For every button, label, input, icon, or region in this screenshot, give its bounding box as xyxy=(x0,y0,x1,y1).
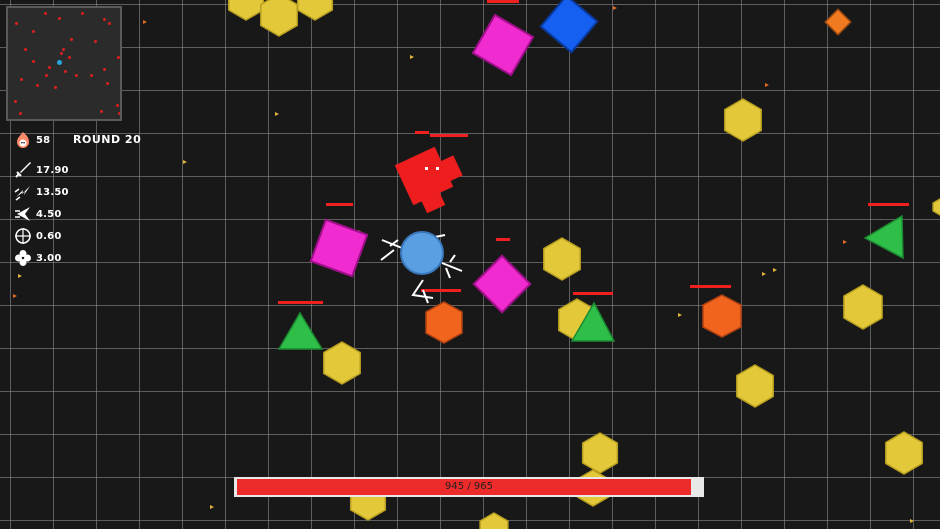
minimap-enemy-dot xyxy=(100,110,103,113)
stat-luck-value: 3.00 xyxy=(36,252,62,264)
projectile-particle xyxy=(678,313,682,317)
minimap-enemy-dot xyxy=(32,60,35,63)
stat-crit: 0.60 xyxy=(12,226,61,246)
projectile-particle xyxy=(613,6,617,10)
minimap-enemy-dot xyxy=(64,70,67,73)
minimap-enemy-dot xyxy=(14,100,17,103)
projectile-particle xyxy=(13,294,17,298)
enemy-hexagon-orange xyxy=(702,294,742,338)
lightning-icon xyxy=(12,182,34,202)
minimap-enemy-dot xyxy=(44,12,47,15)
projectile-particle xyxy=(910,519,914,523)
minimap-enemy-dot xyxy=(24,48,27,51)
minimap-enemy-dot xyxy=(32,30,35,33)
enemy-square xyxy=(472,254,532,314)
projectile-particle xyxy=(143,20,147,24)
minimap-enemy-dot xyxy=(20,78,23,81)
enemy-boss xyxy=(394,146,463,214)
minimap-enemy-dot xyxy=(106,82,109,85)
minimap xyxy=(6,6,122,121)
projectile-particle xyxy=(275,112,279,116)
enemy-health-bars xyxy=(278,0,909,304)
minimap-enemy-dot xyxy=(90,74,93,77)
enemy-triangle xyxy=(863,214,904,260)
minimap-enemy-dot xyxy=(81,12,84,15)
projectile-particle xyxy=(843,240,847,244)
projectile-particle xyxy=(773,268,777,272)
enemy-hexagon xyxy=(479,512,509,529)
minimap-enemy-dot xyxy=(15,22,18,25)
stat-crit-value: 0.60 xyxy=(36,230,62,242)
enemy-hexagon xyxy=(932,198,940,216)
player-tank xyxy=(380,231,463,304)
kills-value: 58 xyxy=(36,134,51,146)
minimap-enemy-dot xyxy=(94,40,97,43)
minimap-enemy-dot xyxy=(19,112,22,115)
projectile-particle xyxy=(765,83,769,87)
enemy-hexagon xyxy=(227,0,265,21)
minimap-enemy-dot xyxy=(70,38,73,41)
stat-move-speed: 4.50 xyxy=(12,204,61,224)
minimap-player-dot xyxy=(57,60,62,65)
projectile-particle xyxy=(18,274,22,278)
game-arena[interactable]: 58 ROUND 20 17.90 13.50 4.50 0.60 3.00 9… xyxy=(0,0,940,529)
enemy-square xyxy=(471,13,535,77)
minimap-enemy-dot xyxy=(60,52,63,55)
enemy-hexagon-orange xyxy=(425,301,463,344)
clover-icon xyxy=(12,248,34,268)
projectile-particle xyxy=(183,160,187,164)
minimap-enemy-dot xyxy=(54,86,57,89)
stat-damage-value: 17.90 xyxy=(36,164,69,176)
flame-skull-icon xyxy=(12,130,34,150)
minimap-enemy-dot xyxy=(62,48,65,51)
minimap-enemy-dot xyxy=(45,74,48,77)
stat-attack-speed: 13.50 xyxy=(12,182,69,202)
enemy-hexagon xyxy=(724,98,762,142)
minimap-enemy-dot xyxy=(103,18,106,21)
round-label: ROUND 20 xyxy=(73,133,142,146)
enemy-hexagon xyxy=(260,0,298,37)
minimap-enemy-dot xyxy=(75,74,78,77)
projectile-particle xyxy=(762,272,766,276)
stat-damage: 17.90 xyxy=(12,160,69,180)
enemy-square-small xyxy=(824,8,852,36)
minimap-enemy-dot xyxy=(116,104,119,107)
minimap-enemy-dot xyxy=(103,68,106,71)
enemy-hexagon xyxy=(543,237,581,281)
enemy-square-blue xyxy=(539,0,599,54)
stat-move-speed-value: 4.50 xyxy=(36,208,62,220)
projectile-particle xyxy=(210,505,214,509)
enemy-hexagon xyxy=(736,364,774,408)
enemy-hexagon xyxy=(581,432,619,474)
minimap-enemy-dot xyxy=(68,56,71,59)
stat-luck: 3.00 xyxy=(12,248,61,268)
enemy-hexagon xyxy=(323,341,361,385)
minimap-enemy-dot xyxy=(108,22,111,25)
enemy-hexagon xyxy=(885,431,923,475)
enemy-triangle xyxy=(277,311,324,350)
minimap-enemy-dot xyxy=(117,56,120,59)
minimap-enemy-dot xyxy=(36,84,39,87)
sword-icon xyxy=(12,160,34,180)
projectile-particle xyxy=(410,55,414,59)
minimap-enemy-dot xyxy=(118,112,120,115)
speed-arrow-icon xyxy=(12,204,34,224)
minimap-enemy-dot xyxy=(48,66,51,69)
enemy-hexagon xyxy=(296,0,334,21)
game-world xyxy=(13,0,940,529)
player-health-text: 945 / 965 xyxy=(445,481,493,492)
stat-attack-speed-value: 13.50 xyxy=(36,186,69,198)
minimap-enemy-dot xyxy=(58,17,61,20)
kills-counter: 58 xyxy=(12,130,50,150)
enemy-square xyxy=(309,218,369,278)
enemy-hexagon xyxy=(843,284,883,330)
crosshair-icon xyxy=(12,226,34,246)
